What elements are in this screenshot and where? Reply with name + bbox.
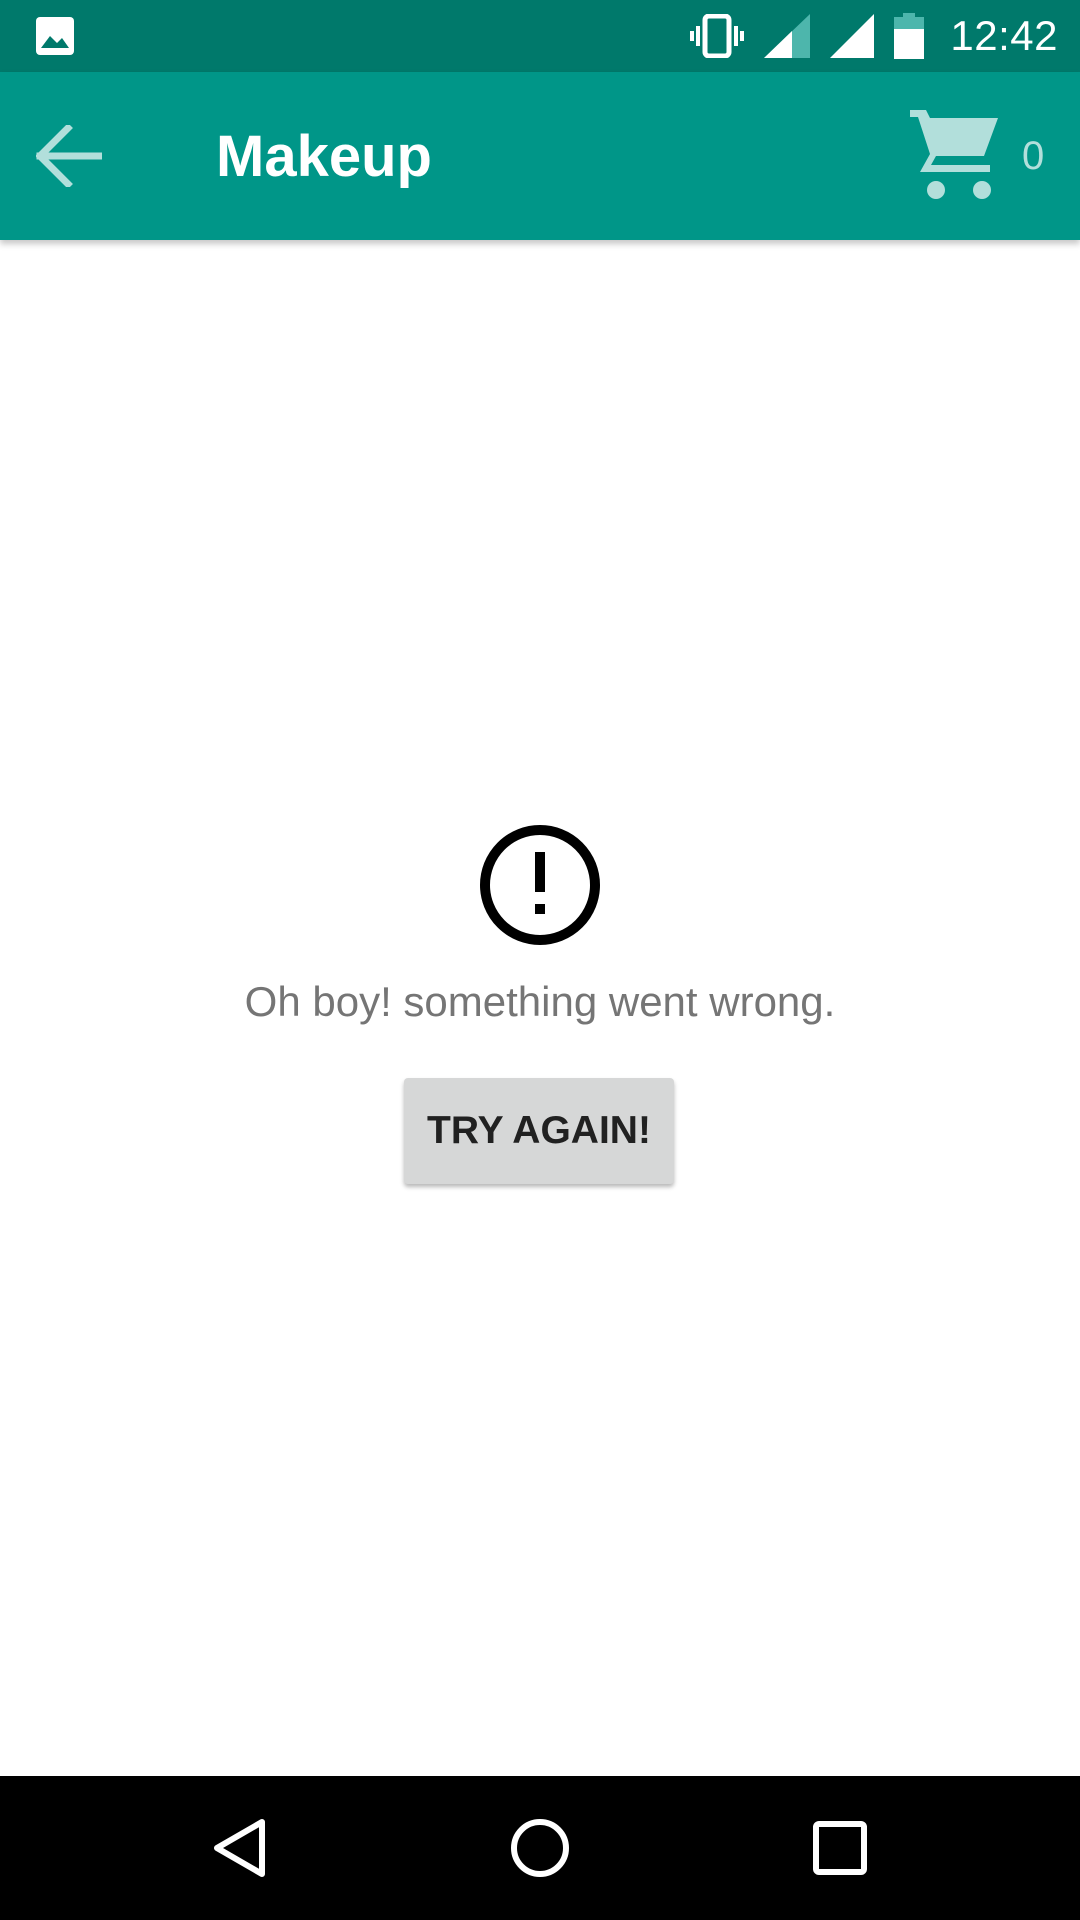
error-message: Oh boy! something went wrong.: [244, 978, 836, 1025]
signal-icon: [764, 14, 811, 58]
app-bar: Makeup 0: [0, 72, 1080, 240]
signal-full-icon: [830, 14, 875, 58]
navigation-bar: [0, 1776, 1080, 1920]
status-icons: 12:42: [670, 0, 1058, 72]
battery-icon: [894, 13, 925, 59]
shopping-cart-icon: [910, 110, 998, 199]
nav-home-button[interactable]: [490, 1798, 590, 1898]
recents-square-icon: [813, 1821, 867, 1875]
page-title: Makeup: [216, 123, 432, 189]
back-button[interactable]: [36, 116, 132, 196]
status-time: 12:42: [950, 12, 1058, 59]
content-area: Oh boy! something went wrong. TRY AGAIN!: [0, 240, 1080, 1776]
vibrate-icon: [690, 14, 745, 58]
error-circle-icon: [480, 825, 600, 945]
gallery-icon: [36, 17, 74, 55]
nav-back-button[interactable]: [190, 1798, 290, 1898]
cart-button[interactable]: [910, 110, 1004, 202]
home-circle-icon: [511, 1819, 569, 1877]
arrow-back-icon: [36, 125, 102, 187]
status-bar: 12:42: [0, 0, 1080, 72]
cart-count: 0: [1022, 133, 1045, 178]
nav-recents-button[interactable]: [790, 1798, 890, 1898]
back-triangle-icon: [214, 1819, 265, 1877]
try-again-button[interactable]: TRY AGAIN!: [404, 1078, 674, 1184]
